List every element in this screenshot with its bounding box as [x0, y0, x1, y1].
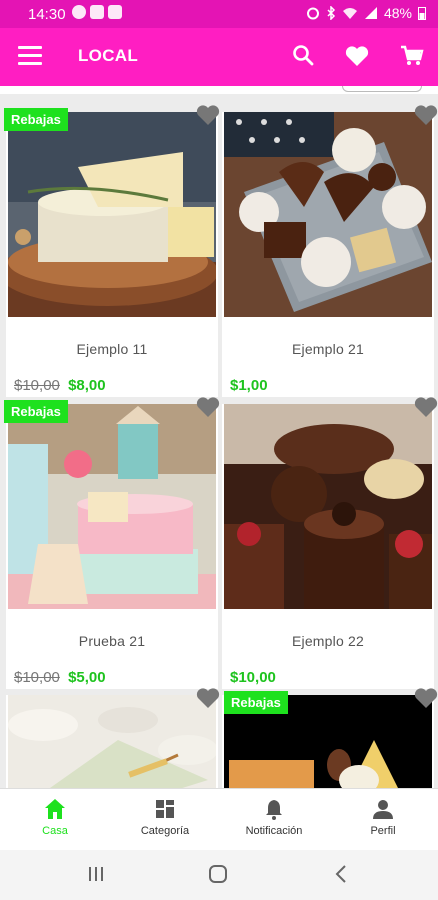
favorite-heart-icon[interactable] [414, 104, 438, 126]
product-card[interactable]: Ejemplo 11 $10,00 $8,00 [6, 112, 218, 397]
product-prices: $1,00 [230, 377, 268, 394]
nav-home-label: Casa [42, 825, 68, 837]
battery-icon [418, 7, 426, 20]
product-prices: $10,00 $8,00 [14, 377, 106, 394]
battery-percent: 48% [383, 5, 412, 21]
wifi-icon [342, 8, 357, 19]
product-card[interactable]: Ejemplo 22 $10,00 [222, 404, 434, 689]
product-old-price: $10,00 [14, 377, 60, 394]
search-icon[interactable] [290, 42, 318, 70]
product-price: $5,00 [68, 669, 106, 686]
bell-icon [266, 800, 282, 820]
nav-profile-label: Perfil [370, 825, 396, 837]
app-b-icon [108, 5, 122, 19]
favorite-heart-icon[interactable] [196, 104, 220, 126]
product-price: $1,00 [230, 377, 268, 394]
favorite-heart-icon[interactable] [414, 396, 438, 418]
product-prices: $10,00 $5,00 [14, 669, 106, 686]
nav-home[interactable]: Casa [0, 789, 110, 851]
favorite-heart-icon[interactable] [196, 396, 220, 418]
category-icon [156, 800, 174, 818]
favorite-heart-icon[interactable] [196, 687, 220, 709]
product-image-cheese [8, 112, 216, 317]
product-card[interactable] [6, 695, 218, 788]
sale-badge: Rebajas [4, 400, 68, 423]
sale-badge: Rebajas [4, 108, 68, 131]
product-name: Ejemplo 22 [291, 633, 365, 649]
product-price: $8,00 [68, 377, 106, 394]
status-time: 14:30 [28, 6, 66, 23]
status-right: 48% [306, 5, 426, 21]
product-name: Prueba 21 [78, 633, 146, 649]
home-icon [45, 799, 65, 819]
system-nav-bar [0, 850, 438, 900]
menu-icon[interactable] [18, 46, 42, 66]
product-image-soap [8, 695, 216, 788]
product-image-truffles [224, 404, 432, 609]
heart-icon[interactable] [343, 42, 371, 70]
person-icon [373, 800, 393, 819]
product-card[interactable]: Ejemplo 21 $1,00 [222, 112, 434, 397]
product-name: Ejemplo 11 [76, 341, 148, 357]
product-name: Ejemplo 21 [291, 341, 365, 357]
status-notification-icons [72, 5, 122, 19]
product-image-cake [8, 404, 216, 609]
message-icon [90, 5, 104, 19]
sale-badge: Rebajas [224, 691, 288, 714]
product-card[interactable]: Prueba 21 $10,00 $5,00 [6, 404, 218, 689]
product-image-chocolates [224, 112, 432, 317]
product-price: $10,00 [230, 669, 276, 686]
status-bar: 14:30 48% [0, 0, 438, 28]
bluetooth-icon [327, 6, 336, 20]
home-button-icon[interactable] [208, 864, 228, 884]
product-prices: $10,00 [230, 669, 276, 686]
nav-notifications[interactable]: Notificación [219, 789, 329, 851]
app-title: LOCAL [78, 46, 139, 65]
cloud-icon [72, 5, 86, 19]
cart-icon[interactable] [398, 42, 426, 70]
recent-apps-icon[interactable] [86, 864, 106, 884]
nav-profile[interactable]: Perfil [328, 789, 438, 851]
bottom-navigation: Casa Categoría Notificación Perfil [0, 788, 438, 850]
product-old-price: $10,00 [14, 669, 60, 686]
nav-category[interactable]: Categoría [110, 789, 220, 851]
back-icon[interactable] [332, 864, 352, 884]
favorite-heart-icon[interactable] [414, 687, 438, 709]
filter-button[interactable] [342, 86, 422, 92]
alarm-icon [306, 7, 319, 20]
app-bar: LOCAL [0, 28, 438, 86]
nav-notifications-label: Notificación [245, 825, 303, 837]
signal-icon [364, 7, 377, 19]
nav-category-label: Categoría [140, 825, 190, 837]
product-grid: Ejemplo 11 $10,00 $8,00 Rebajas Ejemplo … [0, 86, 438, 788]
